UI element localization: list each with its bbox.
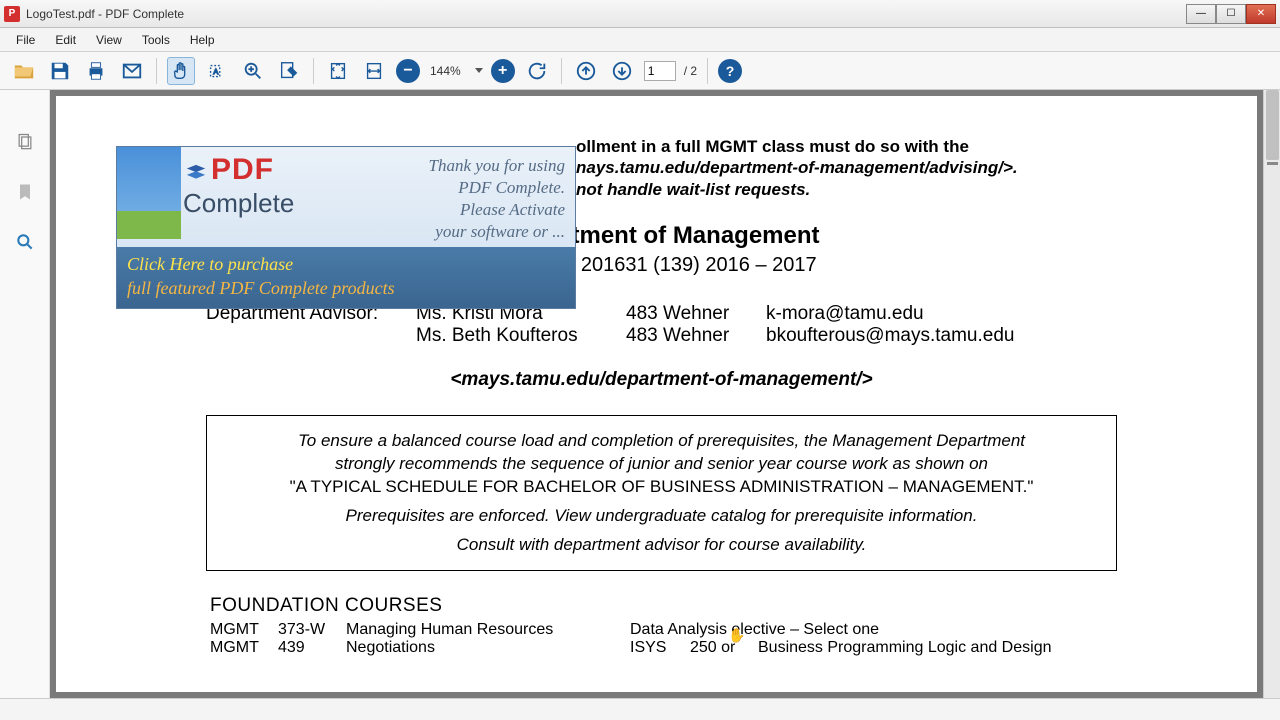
elective-header: Data Analysis elective – Select one — [630, 621, 1051, 639]
enrollment-notice: ollment in a full MGMT class must do so … — [576, 136, 1217, 200]
window-title: LogoTest.pdf - PDF Complete — [26, 7, 1186, 21]
prev-page-icon[interactable] — [572, 57, 600, 85]
vertical-scrollbar[interactable] — [1263, 90, 1280, 698]
titlebar: P LogoTest.pdf - PDF Complete — ☐ ✕ — [0, 0, 1280, 28]
watermark-image — [117, 147, 181, 239]
menubar: File Edit View Tools Help — [0, 28, 1280, 52]
email-icon[interactable] — [118, 57, 146, 85]
toolbar-separator — [707, 58, 708, 84]
save-icon[interactable] — [46, 57, 74, 85]
menu-edit[interactable]: Edit — [45, 30, 86, 50]
menu-view[interactable]: View — [86, 30, 132, 50]
toolbar-separator — [156, 58, 157, 84]
edit-tool-icon[interactable] — [275, 57, 303, 85]
close-button[interactable]: ✕ — [1246, 4, 1276, 24]
trial-watermark[interactable]: PDF Complete Thank you for using PDF Com… — [116, 146, 576, 309]
zoom-level: 144% — [428, 64, 463, 78]
page-total: / 2 — [684, 64, 697, 78]
scrollbar-mark — [1267, 162, 1278, 165]
print-icon[interactable] — [82, 57, 110, 85]
sidebar — [0, 90, 50, 698]
toolbar: A − 144% + / 2 ? — [0, 52, 1280, 90]
select-tool-icon[interactable]: A — [203, 57, 231, 85]
department-url: <mays.tamu.edu/department-of-management/… — [106, 369, 1217, 391]
menu-help[interactable]: Help — [180, 30, 225, 50]
zoom-out-button[interactable]: − — [396, 59, 420, 83]
rotate-icon[interactable] — [523, 57, 551, 85]
statusbar — [0, 698, 1280, 720]
document-page: PDF Complete Thank you for using PDF Com… — [56, 96, 1257, 692]
advisors-block: Department Advisor: Ms. Kristi Mora 483 … — [206, 303, 1217, 347]
next-page-icon[interactable] — [608, 57, 636, 85]
toolbar-separator — [313, 58, 314, 84]
window-controls: — ☐ ✕ — [1186, 4, 1276, 24]
maximize-button[interactable]: ☐ — [1216, 4, 1246, 24]
search-panel-icon[interactable] — [13, 230, 37, 254]
open-icon[interactable] — [10, 57, 38, 85]
menu-tools[interactable]: Tools — [132, 30, 180, 50]
hand-tool-icon[interactable] — [167, 57, 195, 85]
minimize-button[interactable]: — — [1186, 4, 1216, 24]
zoom-dropdown-icon[interactable] — [475, 68, 483, 73]
main-area: PDF Complete Thank you for using PDF Com… — [0, 90, 1280, 698]
fit-page-icon[interactable] — [324, 57, 352, 85]
menu-file[interactable]: File — [6, 30, 45, 50]
foundation-header: FOUNDATION COURSES — [210, 595, 1217, 617]
watermark-cta[interactable]: Click Here to purchase full featured PDF… — [117, 247, 575, 308]
course-row: MGMT 373-W Managing Human Resources — [210, 621, 630, 639]
zoom-tool-icon[interactable] — [239, 57, 267, 85]
watermark-message: Thank you for using PDF Complete. Please… — [300, 147, 575, 247]
document-viewport[interactable]: PDF Complete Thank you for using PDF Com… — [50, 90, 1263, 698]
pages-panel-icon[interactable] — [13, 130, 37, 154]
course-row: ISYS 250 or Business Programming Logic a… — [630, 639, 1051, 657]
app-icon: P — [4, 6, 20, 22]
bookmarks-panel-icon[interactable] — [13, 180, 37, 204]
zoom-in-button[interactable]: + — [491, 59, 515, 83]
fit-width-icon[interactable] — [360, 57, 388, 85]
foundation-section: FOUNDATION COURSES MGMT 373-W Managing H… — [210, 595, 1217, 657]
help-button[interactable]: ? — [718, 59, 742, 83]
recommendation-box: To ensure a balanced course load and com… — [206, 415, 1117, 572]
course-row: MGMT 439 Negotiations — [210, 639, 630, 657]
watermark-logo: PDF Complete — [181, 147, 300, 219]
page-number-input[interactable] — [644, 61, 676, 81]
scrollbar-thumb[interactable] — [1266, 90, 1279, 160]
toolbar-separator — [561, 58, 562, 84]
svg-text:A: A — [213, 66, 218, 75]
